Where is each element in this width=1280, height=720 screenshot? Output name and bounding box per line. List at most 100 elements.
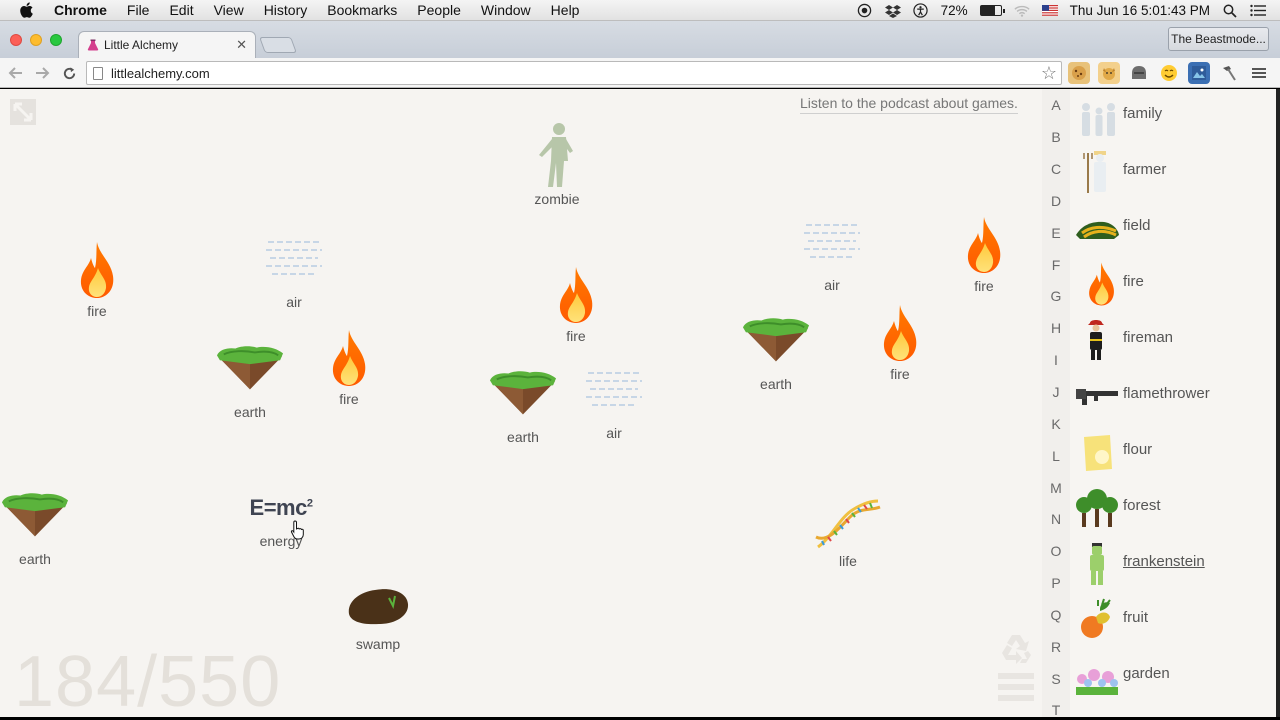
us-flag-icon[interactable] (1041, 3, 1058, 19)
letter-o[interactable]: O (1042, 543, 1070, 559)
library-item-flour[interactable]: flour (1070, 425, 1276, 481)
element-swamp[interactable]: swamp (333, 584, 423, 652)
element-air[interactable]: air (249, 236, 339, 310)
new-tab-button[interactable] (259, 37, 297, 53)
emoji-extension-icon[interactable] (1158, 62, 1180, 84)
library-item-frankenstein[interactable]: frankenstein (1070, 537, 1276, 593)
wifi-icon[interactable] (1014, 3, 1030, 19)
forest-icon (1076, 489, 1118, 527)
element-air[interactable]: air (787, 219, 877, 293)
element-fire[interactable]: fire (52, 239, 142, 319)
cookie-extension-icon[interactable] (1068, 62, 1090, 84)
browser-tab[interactable]: Little Alchemy ✕ (78, 31, 256, 58)
letter-m[interactable]: M (1042, 480, 1070, 496)
photo-extension-icon[interactable] (1188, 62, 1210, 84)
address-bar[interactable]: littlealchemy.com ☆ (86, 61, 1062, 85)
element-fire[interactable]: fire (531, 264, 621, 344)
letter-h[interactable]: H (1042, 320, 1070, 336)
letter-c[interactable]: C (1042, 161, 1070, 177)
element-fire[interactable]: fire (855, 302, 945, 382)
profile-button[interactable]: The Beastmode... (1168, 27, 1269, 51)
library-item-flamethrower[interactable]: flamethrower (1070, 369, 1276, 425)
window-edge (1276, 89, 1280, 717)
letter-q[interactable]: Q (1042, 607, 1070, 623)
library-item-fruit[interactable]: fruit (1070, 593, 1276, 649)
letter-a[interactable]: A (1042, 97, 1070, 113)
menu-people[interactable]: People (407, 0, 471, 21)
library-item-field[interactable]: field (1070, 201, 1276, 257)
letter-j[interactable]: J (1042, 384, 1070, 400)
element-energy[interactable]: E=mc2 energy (236, 495, 326, 549)
doge-extension-icon[interactable] (1098, 62, 1120, 84)
letter-k[interactable]: K (1042, 416, 1070, 432)
battery-icon[interactable] (979, 5, 1005, 16)
letter-s[interactable]: S (1042, 671, 1070, 687)
library-item-fireman[interactable]: fireman (1070, 313, 1276, 369)
letter-r[interactable]: R (1042, 639, 1070, 655)
forward-arrow-icon[interactable] (32, 63, 52, 83)
letter-g[interactable]: G (1042, 288, 1070, 304)
dropbox-icon[interactable] (884, 3, 901, 19)
chrome-menu-icon[interactable] (1248, 62, 1270, 84)
letter-l[interactable]: L (1042, 448, 1070, 464)
ghost-extension-icon[interactable] (1128, 62, 1150, 84)
menu-help[interactable]: Help (541, 0, 590, 21)
menu-edit[interactable]: Edit (159, 0, 203, 21)
menu-window[interactable]: Window (471, 0, 541, 21)
extensions-bar (1068, 62, 1270, 84)
apple-icon[interactable] (18, 1, 36, 19)
zoom-window-button[interactable] (50, 34, 62, 46)
letter-p[interactable]: P (1042, 575, 1070, 591)
bookmark-star-icon[interactable]: ☆ (1041, 63, 1057, 84)
letter-t[interactable]: T (1042, 702, 1070, 717)
farmer-icon (1083, 151, 1106, 193)
letter-i[interactable]: I (1042, 352, 1070, 368)
letter-b[interactable]: B (1042, 129, 1070, 145)
library-item-family[interactable]: family (1070, 89, 1276, 145)
library-item-farmer[interactable]: farmer (1070, 145, 1276, 201)
letter-e[interactable]: E (1042, 225, 1070, 241)
earth-icon (216, 344, 284, 390)
back-arrow-icon[interactable] (6, 63, 26, 83)
menu-view[interactable]: View (204, 0, 254, 21)
library-item-forest[interactable]: forest (1070, 481, 1276, 537)
library-item-fire[interactable]: fire (1070, 257, 1276, 313)
spotlight-search-icon[interactable] (1222, 3, 1238, 19)
letter-n[interactable]: N (1042, 511, 1070, 527)
menu-app-name[interactable]: Chrome (50, 0, 117, 21)
close-window-button[interactable] (10, 34, 22, 46)
record-icon[interactable] (857, 3, 873, 19)
element-label: life (839, 553, 857, 569)
recycle-clear-icon[interactable] (998, 633, 1034, 665)
element-earth[interactable]: earth (731, 316, 821, 392)
element-fire[interactable]: fire (304, 327, 394, 407)
clock[interactable]: Thu Jun 16 5:01:43 PM (1070, 3, 1210, 18)
letter-f[interactable]: F (1042, 257, 1070, 273)
fullscreen-icon[interactable] (9, 98, 37, 126)
tab-close-icon[interactable]: ✕ (236, 37, 247, 53)
podcast-link[interactable]: Listen to the podcast about games. (800, 95, 1018, 114)
letter-d[interactable]: D (1042, 193, 1070, 209)
element-zombie[interactable]: zombie (512, 121, 602, 207)
element-label: fire (974, 278, 994, 294)
menu-history[interactable]: History (254, 0, 318, 21)
accessibility-icon[interactable] (913, 3, 929, 19)
element-life[interactable]: life (803, 497, 893, 569)
game-workspace[interactable]: Listen to the podcast about games. zombi… (0, 89, 1276, 717)
notification-center-icon[interactable] (1250, 3, 1266, 19)
battery-level-fill (980, 6, 996, 15)
frankenstein-icon (1090, 543, 1104, 585)
minimize-window-button[interactable] (30, 34, 42, 46)
hammer-extension-icon[interactable] (1218, 62, 1240, 84)
menu-bookmarks[interactable]: Bookmarks (317, 0, 407, 21)
element-earth[interactable]: earth (0, 491, 80, 567)
element-fire[interactable]: fire (939, 214, 1029, 294)
menu-file[interactable]: File (117, 0, 160, 21)
element-earth[interactable]: earth (205, 344, 295, 420)
element-earth[interactable]: earth (478, 369, 568, 445)
element-air[interactable]: air (569, 367, 659, 441)
fire-icon (556, 264, 596, 326)
library-item-garden[interactable]: garden (1070, 649, 1276, 705)
game-menu-icon[interactable] (998, 673, 1034, 707)
reload-icon[interactable] (59, 63, 79, 83)
